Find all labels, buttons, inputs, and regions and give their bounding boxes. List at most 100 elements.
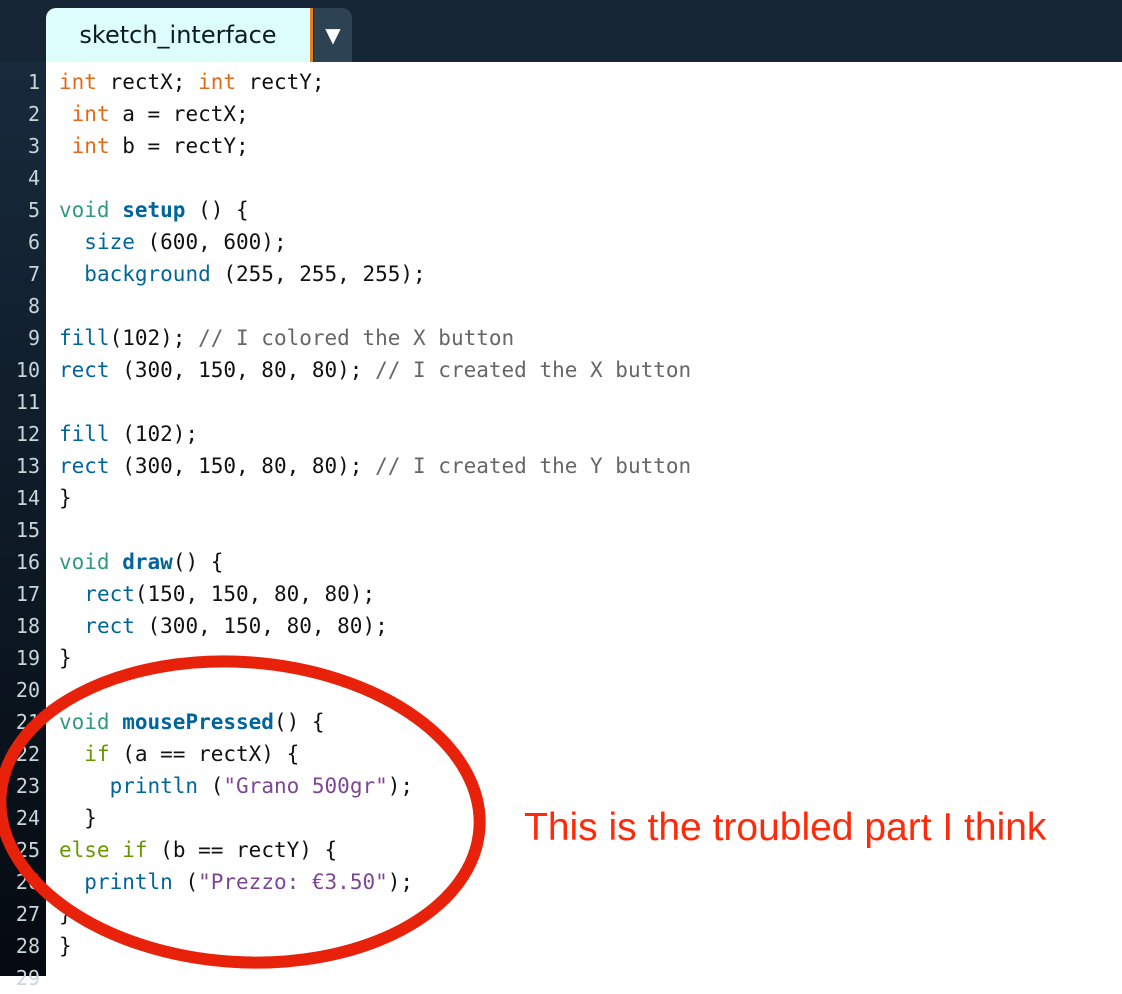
code-token: rect xyxy=(59,454,110,478)
code-line[interactable]: 20 xyxy=(0,674,1122,706)
code-token: rectY; xyxy=(236,70,325,94)
tab-menu-button[interactable]: ▼ xyxy=(314,8,352,62)
code-line[interactable]: 16 void draw() { xyxy=(0,546,1122,578)
code-line[interactable]: 1 int rectX; int rectY; xyxy=(0,66,1122,98)
code-token: fill xyxy=(59,326,110,350)
line-source: } xyxy=(59,930,72,962)
code-token: (300, 150, 80, 80); xyxy=(109,454,376,478)
code-token: } xyxy=(59,806,97,830)
code-token: rect xyxy=(59,358,110,382)
code-token: ); xyxy=(387,774,414,798)
line-number: 19 xyxy=(15,646,40,670)
code-line[interactable]: 8 xyxy=(0,290,1122,322)
tab-sketch-interface[interactable]: sketch_interface xyxy=(46,8,310,62)
code-token: (b == rectY) { xyxy=(147,838,338,862)
line-number: 8 xyxy=(27,294,40,318)
code-token: ); xyxy=(387,870,414,894)
line-source: } xyxy=(59,642,72,674)
line-number: 26 xyxy=(15,870,40,894)
code-line[interactable]: 13 rect (300, 150, 80, 80); // I created … xyxy=(0,450,1122,482)
line-source: fill (102); xyxy=(59,418,198,450)
code-token: a = rectX; xyxy=(109,102,249,126)
line-source: void mousePressed() { xyxy=(59,706,325,738)
code-editor[interactable]: 1 int rectX; int rectY; 2 int a = rectX; 3 … xyxy=(0,66,1122,994)
code-line[interactable]: 12 fill (102); xyxy=(0,418,1122,450)
line-number: 18 xyxy=(15,614,40,638)
line-number: 2 xyxy=(27,102,40,126)
line-number: 28 xyxy=(15,934,40,958)
code-token: if xyxy=(122,838,148,862)
code-line[interactable]: 14} xyxy=(0,482,1122,514)
line-number: 15 xyxy=(15,518,40,542)
line-number: 22 xyxy=(15,742,40,766)
code-line[interactable]: 23 println ("Grano 500gr"); xyxy=(0,770,1122,802)
code-line[interactable]: 22 if (a == rectX) { xyxy=(0,738,1122,770)
code-line[interactable]: 15 xyxy=(0,514,1122,546)
code-token: (300, 150, 80, 80); xyxy=(109,358,376,382)
code-token: (300, 150, 80, 80); xyxy=(134,614,388,638)
code-line[interactable]: 18 rect (300, 150, 80, 80); xyxy=(0,610,1122,642)
code-token: setup xyxy=(122,198,186,222)
code-line[interactable]: 2 int a = rectX; xyxy=(0,98,1122,130)
line-number: 6 xyxy=(27,230,40,254)
code-line[interactable]: 4 xyxy=(0,162,1122,194)
code-token: rect xyxy=(84,614,135,638)
code-token: // I created the Y button xyxy=(375,454,692,478)
line-number: 29 xyxy=(15,966,40,990)
code-line[interactable]: 3 int b = rectY; xyxy=(0,130,1122,162)
line-source: rect (300, 150, 80, 80); // I created th… xyxy=(59,450,691,482)
line-source: } xyxy=(59,898,72,930)
code-token: (255, 255, 255); xyxy=(210,262,426,286)
code-token: int xyxy=(71,134,110,158)
line-number: 1 xyxy=(27,70,40,94)
code-line[interactable]: 27} xyxy=(0,898,1122,930)
line-number: 27 xyxy=(15,902,40,926)
code-line[interactable]: 9 fill(102); // I colored the X button xyxy=(0,322,1122,354)
code-token: "Prezzo: €3.50" xyxy=(198,870,388,894)
code-token: void xyxy=(59,550,110,574)
line-source: else if (b == rectY) { xyxy=(59,834,337,866)
code-line[interactable]: 28} xyxy=(0,930,1122,962)
code-token: if xyxy=(84,742,110,766)
code-token: println xyxy=(84,870,173,894)
line-number: 7 xyxy=(27,262,40,286)
code-line[interactable]: 26 println ("Prezzo: €3.50"); xyxy=(0,866,1122,898)
code-line[interactable]: 7 background (255, 255, 255); xyxy=(0,258,1122,290)
code-token: draw xyxy=(122,550,173,574)
triangle-down-icon: ▼ xyxy=(325,23,341,47)
line-source: rect(150, 150, 80, 80); xyxy=(59,578,375,610)
tab-active-indicator xyxy=(310,8,313,62)
code-token: rectX; xyxy=(96,70,199,94)
code-token: else xyxy=(59,838,110,862)
code-line[interactable]: 21 void mousePressed() { xyxy=(0,706,1122,738)
code-token: } xyxy=(59,934,72,958)
line-number: 20 xyxy=(15,678,40,702)
line-number: 3 xyxy=(27,134,40,158)
line-source: int b = rectY; xyxy=(59,130,249,162)
code-token: (102); xyxy=(109,422,199,446)
code-token: } xyxy=(59,486,72,510)
code-line[interactable]: 5 void setup () { xyxy=(0,194,1122,226)
code-line[interactable]: 19} xyxy=(0,642,1122,674)
code-token: (150, 150, 80, 80); xyxy=(134,582,376,606)
line-number: 13 xyxy=(15,454,40,478)
code-line[interactable]: 17 rect(150, 150, 80, 80); xyxy=(0,578,1122,610)
code-token: } xyxy=(59,902,72,926)
code-line[interactable]: 6 size (600, 600); xyxy=(0,226,1122,258)
line-number: 25 xyxy=(15,838,40,862)
line-number: 11 xyxy=(15,390,40,414)
code-token: int xyxy=(59,70,97,94)
code-token: size xyxy=(84,230,135,254)
code-line[interactable]: 10 rect (300, 150, 80, 80); // I created … xyxy=(0,354,1122,386)
code-line[interactable]: 11 xyxy=(0,386,1122,418)
code-line[interactable]: 29 xyxy=(0,962,1122,994)
line-number: 23 xyxy=(15,774,40,798)
line-source: } xyxy=(59,482,72,514)
code-token: () { xyxy=(172,550,224,574)
code-token: void xyxy=(59,198,110,222)
